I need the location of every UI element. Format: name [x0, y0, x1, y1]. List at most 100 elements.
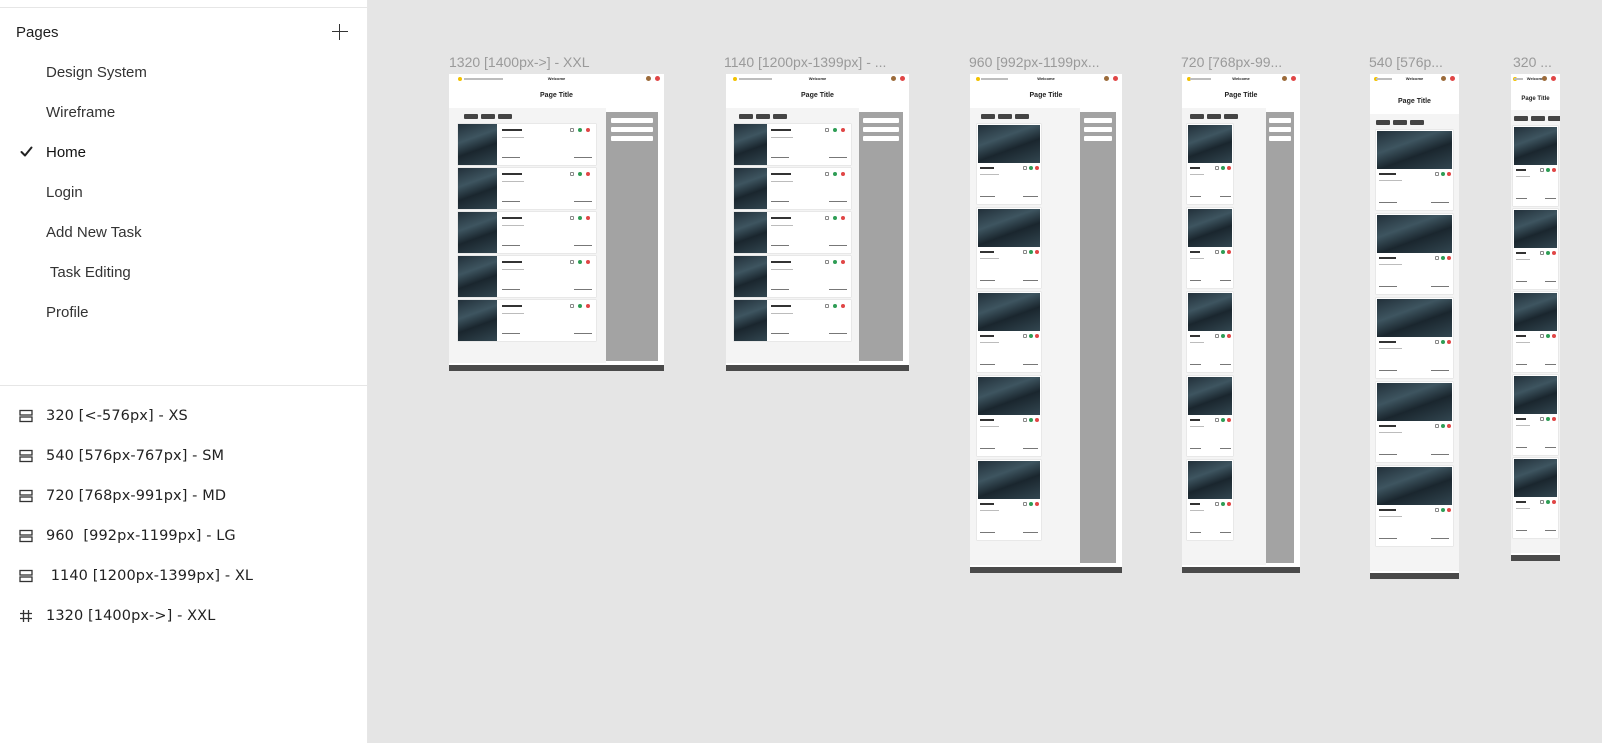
task-status-line — [1023, 364, 1038, 365]
task-checkbox — [570, 304, 574, 308]
task-status-line — [829, 289, 847, 290]
task-title-line — [502, 217, 522, 219]
layer-item-xl[interactable]: 1140 [1200px-1399px] - XL — [0, 556, 368, 596]
frame-xs[interactable]: Welcome Page Title — [1511, 74, 1560, 561]
task-thumbnail — [978, 461, 1040, 499]
task-delete-icon — [586, 260, 590, 264]
layer-item-md[interactable]: 720 [768px-991px] - MD — [0, 476, 368, 516]
task-card — [734, 300, 851, 341]
page-item-task-editing[interactable]: Task Editing — [0, 252, 368, 292]
page-item-home[interactable]: Home — [0, 132, 368, 172]
task-desc-line — [771, 225, 793, 226]
welcome-text: Welcome — [808, 76, 827, 81]
layer-item-sm[interactable]: 540 [576px-767px] - SM — [0, 436, 368, 476]
logout-icon — [1551, 76, 1556, 81]
frame-label-md[interactable]: 720 [768px-99... — [1181, 54, 1299, 70]
filter-chip — [464, 114, 479, 119]
sidebar-action-button — [863, 136, 899, 141]
task-date-line — [1379, 202, 1397, 203]
task-thumbnail — [458, 168, 497, 209]
task-status-line — [1431, 370, 1449, 371]
layers-sidebar: Pages Design System Wireframe Home Login… — [0, 0, 368, 743]
task-date-line — [1190, 196, 1201, 197]
task-checkbox — [1540, 500, 1544, 504]
filter-chips — [1190, 114, 1239, 119]
frame-xxl[interactable]: Welcome Page Title — [449, 74, 664, 371]
layer-item-xs[interactable]: 320 [<-576px] - XS — [0, 396, 368, 436]
sidebar-top-divider — [0, 7, 368, 8]
task-card — [734, 212, 851, 253]
page-item-login[interactable]: Login — [0, 172, 368, 212]
task-checkbox — [1435, 340, 1439, 344]
logout-icon — [900, 76, 905, 81]
page-item-profile[interactable]: Profile — [0, 292, 368, 332]
frame-label-xl[interactable]: 1140 [1200px-1399px] - ... — [724, 54, 904, 70]
task-edit-icon — [578, 260, 582, 264]
task-date-line — [1379, 370, 1397, 371]
task-delete-icon — [1227, 502, 1231, 506]
frame-label-xxl[interactable]: 1320 [1400px->] - XXL — [449, 54, 609, 70]
task-card — [977, 208, 1041, 288]
frame-label-xs[interactable]: 320 ... — [1513, 54, 1573, 70]
page-item-design-system[interactable]: Design System — [0, 52, 368, 92]
frame-xl[interactable]: Welcome Page Title — [726, 74, 909, 371]
frame-lg[interactable]: Welcome Page Title — [970, 74, 1122, 573]
task-title-line — [771, 261, 791, 263]
page-item-wireframe[interactable]: Wireframe — [0, 92, 368, 132]
filter-chips — [1376, 120, 1425, 125]
logout-icon — [1113, 76, 1118, 81]
page-title: Page Title — [801, 92, 834, 99]
task-thumbnail — [1188, 293, 1232, 331]
layer-list: 320 [<-576px] - XS 540 [576px-767px] - S… — [0, 396, 368, 636]
page-item-add-new-task[interactable]: Add New Task — [0, 212, 368, 252]
task-thumbnail — [734, 300, 767, 341]
task-title-line — [771, 217, 791, 219]
section-icon — [19, 529, 33, 543]
design-canvas[interactable]: 1320 [1400px->] - XXL 1140 [1200px-1399p… — [369, 0, 1602, 743]
filter-chips — [738, 114, 787, 119]
task-checkbox — [1215, 418, 1219, 422]
task-thumbnail — [1377, 131, 1452, 169]
layer-item-xxl[interactable]: 1320 [1400px->] - XXL — [0, 596, 368, 636]
frame-label-lg[interactable]: 960 [992px-1199px... — [969, 54, 1119, 70]
page-item-label: Home — [46, 143, 87, 161]
task-title-line — [1516, 418, 1526, 420]
task-desc-line — [502, 137, 524, 138]
task-delete-icon — [586, 172, 590, 176]
task-card — [734, 168, 851, 209]
task-desc-line — [1516, 259, 1530, 260]
task-title-line — [1190, 251, 1200, 253]
section-icon — [19, 489, 33, 503]
filter-chip — [755, 114, 770, 119]
task-delete-icon — [841, 216, 845, 220]
task-title-line — [502, 261, 522, 263]
task-delete-icon — [1552, 168, 1556, 172]
frame-footer — [1182, 567, 1300, 573]
task-edit-icon — [1221, 250, 1225, 254]
task-thumbnail — [1188, 209, 1232, 247]
task-title-line — [771, 305, 791, 307]
task-checkbox — [825, 128, 829, 132]
layer-item-lg[interactable]: 960 [992px-1199px] - LG — [0, 516, 368, 556]
add-page-plus-icon[interactable] — [328, 20, 352, 44]
frame-md[interactable]: Welcome Page Title — [1182, 74, 1300, 573]
task-desc-line — [502, 181, 524, 182]
task-checkbox — [1023, 418, 1027, 422]
task-card — [977, 376, 1041, 456]
task-status-line — [1545, 447, 1556, 448]
task-status-line — [829, 201, 847, 202]
task-checkbox — [1023, 250, 1027, 254]
sidebar-action-button — [611, 136, 653, 141]
task-checkbox — [570, 172, 574, 176]
task-checkbox — [1215, 334, 1219, 338]
task-thumbnail — [734, 168, 767, 209]
task-edit-icon — [1441, 172, 1445, 176]
task-checkbox — [570, 260, 574, 264]
sidebar-action-button — [1083, 118, 1113, 123]
task-thumbnail — [978, 209, 1040, 247]
task-card — [1187, 124, 1233, 204]
page-title: Page Title — [1029, 92, 1063, 99]
frame-sm[interactable]: Welcome Page Title — [1370, 74, 1459, 579]
task-card — [1513, 126, 1558, 206]
frame-label-sm[interactable]: 540 [576p... — [1369, 54, 1459, 70]
